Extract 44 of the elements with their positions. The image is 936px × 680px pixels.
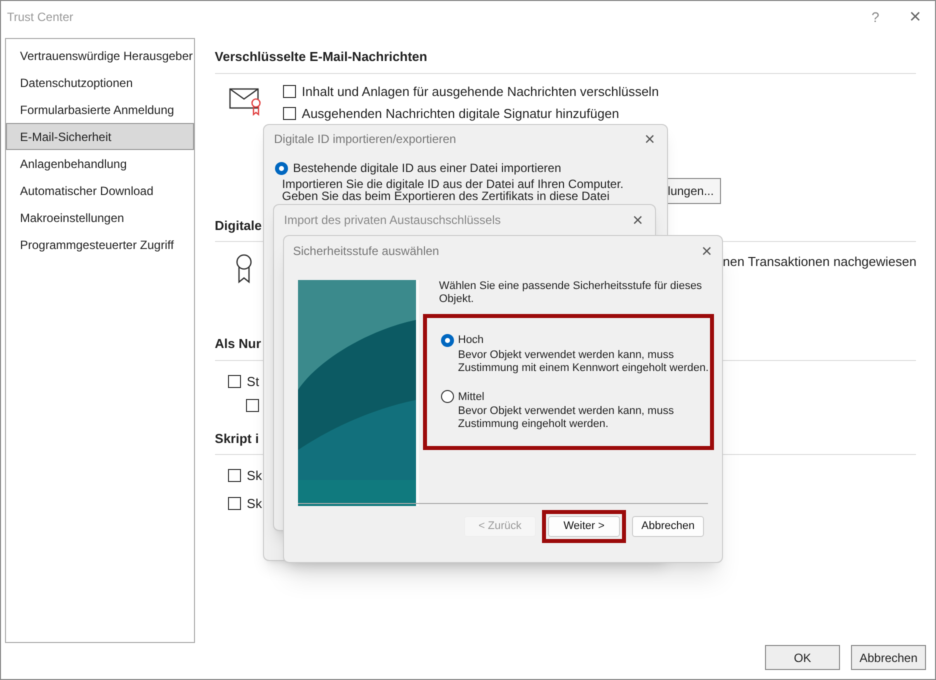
checkbox-label: Ausgehenden Nachrichten digitale Signatur hinzufügen <box>302 105 620 123</box>
description-text: Geben Sie das beim Exportieren des Zertifikats in diese Datei <box>282 190 610 202</box>
dialog-title: Digitale ID importieren/exportieren <box>274 131 456 148</box>
sidebar-item[interactable]: Makroeinstellungen <box>6 204 194 231</box>
dialog-button[interactable]: OK <box>765 645 840 670</box>
checkbox-label: St <box>246 372 260 390</box>
dialog-button[interactable]: Abbrechen <box>632 516 704 537</box>
radio-button[interactable] <box>441 334 454 347</box>
section-heading: Verschlüsselte E-Mail-Nachrichten <box>214 47 916 74</box>
close-button[interactable]: × <box>909 7 921 27</box>
description-text: Bevor Objekt verwendet werden kann, muss Zustimmung eingeholt werden. <box>457 405 675 431</box>
checkbox-label: Sk <box>246 467 262 485</box>
radio-label: Bestehende digitale ID aus einer Datei importieren <box>293 160 562 177</box>
envelope-certificate-icon <box>228 86 263 116</box>
checkbox[interactable] <box>282 107 296 120</box>
checkbox[interactable] <box>228 374 241 388</box>
checkbox[interactable] <box>246 399 259 412</box>
radio-label: Hoch <box>458 333 484 348</box>
window-title: Trust Center <box>7 9 74 26</box>
sidebar-item[interactable]: Vertrauenswürdige Herausgeber <box>6 42 194 69</box>
sidebar-item[interactable]: Programmgesteuerter Zugriff <box>6 231 194 258</box>
dialog-button[interactable]: Weiter > <box>548 516 620 537</box>
radio-button[interactable] <box>275 162 288 174</box>
description-text: nen Transaktionen nachgewiesen <box>722 253 916 271</box>
checkbox-label: Sk <box>246 494 262 512</box>
radio-button[interactable] <box>441 390 454 404</box>
checkbox[interactable] <box>228 496 241 510</box>
dialog-button[interactable]: Abbrechen <box>851 645 926 670</box>
radio-label: Mittel <box>458 390 484 404</box>
checkbox[interactable] <box>228 469 241 482</box>
close-button[interactable]: × <box>640 130 659 148</box>
checkbox-label: Inhalt und Anlagen für ausgehende Nachrichten verschlüsseln <box>302 82 659 101</box>
sidebar-item[interactable]: Anlagenbehandlung <box>6 150 194 177</box>
ribbon-icon <box>234 254 253 284</box>
dialog-title: Sicherheitsstufe auswählen <box>293 243 440 260</box>
prompt-text: Wählen Sie eine passende Sicherheitsstufe für dieses Objekt. <box>438 280 703 306</box>
sidebar-item[interactable]: Formularbasierte Anmeldung <box>6 96 194 123</box>
checkbox[interactable] <box>282 84 296 98</box>
help-button[interactable]: ? <box>872 6 880 28</box>
sidebar-item[interactable]: E-Mail-Sicherheit <box>6 123 194 150</box>
sidebar-item[interactable]: Automatischer Download <box>6 177 194 204</box>
description-text: Importieren Sie die digitale ID aus der Datei auf Ihren Computer. <box>282 178 625 190</box>
sidebar-item[interactable]: Datenschutzoptionen <box>6 69 194 96</box>
close-button[interactable]: × <box>697 242 716 260</box>
